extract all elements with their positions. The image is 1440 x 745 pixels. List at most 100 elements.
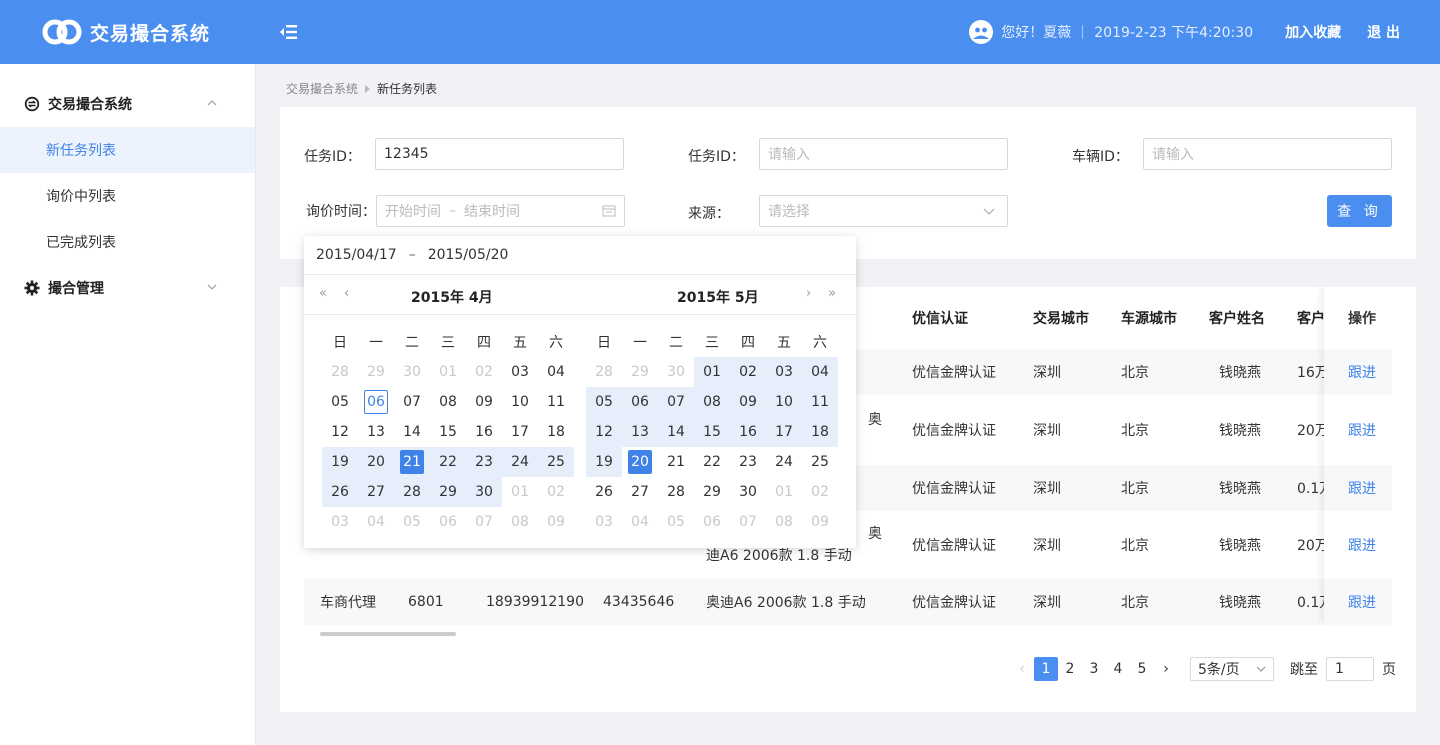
calendar-day[interactable]: 04 [538,357,574,387]
calendar-day[interactable]: 13 [358,417,394,447]
prev-page-icon[interactable]: ‹ [1010,657,1034,681]
jump-page-input[interactable]: 1 [1326,657,1374,681]
calendar-day[interactable]: 24 [766,447,802,477]
calendar-day[interactable]: 02 [466,357,502,387]
calendar-day[interactable]: 28 [394,477,430,507]
page-1[interactable]: 1 [1034,657,1058,681]
date-range-input[interactable]: 开始时间 – 结束时间 [376,195,625,227]
sidebar-group-management[interactable]: 撮合管理 [0,265,255,311]
calendar-day[interactable]: 29 [622,357,658,387]
calendar-day[interactable]: 05 [586,387,622,417]
calendar-day[interactable]: 10 [502,387,538,417]
prev-year-icon[interactable]: « [319,286,327,301]
page-3[interactable]: 3 [1082,657,1106,681]
calendar-day[interactable]: 01 [766,477,802,507]
menu-fold-icon[interactable] [279,22,299,42]
calendar-day[interactable]: 05 [322,387,358,417]
follow-up-link[interactable]: 跟进 [1348,362,1376,382]
horizontal-scrollbar[interactable] [320,632,456,636]
calendar-day[interactable]: 06 [430,507,466,537]
calendar-day[interactable]: 26 [322,477,358,507]
logout-link[interactable]: 退 出 [1367,22,1400,42]
calendar-day[interactable]: 10 [766,387,802,417]
next-page-icon[interactable]: › [1154,657,1178,681]
calendar-day[interactable]: 09 [730,387,766,417]
calendar-day[interactable]: 26 [586,477,622,507]
follow-up-link[interactable]: 跟进 [1348,420,1376,440]
calendar-day[interactable]: 30 [394,357,430,387]
page-2[interactable]: 2 [1058,657,1082,681]
calendar-day[interactable]: 01 [502,477,538,507]
calendar-day[interactable]: 15 [430,417,466,447]
calendar-day[interactable]: 29 [430,477,466,507]
calendar-day[interactable]: 17 [502,417,538,447]
calendar-day[interactable]: 22 [430,447,466,477]
vehicle-id-input[interactable]: 请输入 [1143,138,1392,170]
calendar-day[interactable]: 01 [694,357,730,387]
calendar-day[interactable]: 08 [502,507,538,537]
calendar-day[interactable]: 05 [658,507,694,537]
avatar-icon[interactable] [969,20,994,44]
calendar-day[interactable]: 07 [730,507,766,537]
calendar-day[interactable]: 19 [586,447,622,477]
calendar-day[interactable]: 12 [586,417,622,447]
calendar-day[interactable]: 14 [658,417,694,447]
calendar-day[interactable]: 16 [466,417,502,447]
calendar-day[interactable]: 07 [466,507,502,537]
calendar-day[interactable]: 03 [766,357,802,387]
sidebar-item-inquiring[interactable]: 询价中列表 [0,173,255,219]
calendar-day[interactable]: 22 [694,447,730,477]
sidebar-group-trade[interactable]: 交易撮合系统 [0,81,255,127]
calendar-day[interactable]: 09 [802,507,838,537]
calendar-day[interactable]: 18 [538,417,574,447]
calendar-day[interactable]: 28 [658,477,694,507]
calendar-day[interactable]: 21 [394,447,430,477]
calendar-day[interactable]: 06 [622,387,658,417]
follow-up-link[interactable]: 跟进 [1348,535,1376,555]
range-end-value[interactable]: 2015/05/20 [428,247,509,263]
calendar-day[interactable]: 20 [358,447,394,477]
calendar-day[interactable]: 01 [430,357,466,387]
calendar-day[interactable]: 02 [802,477,838,507]
calendar-day[interactable]: 30 [466,477,502,507]
follow-up-link[interactable]: 跟进 [1348,592,1376,612]
calendar-day[interactable]: 25 [802,447,838,477]
calendar-day[interactable]: 03 [322,507,358,537]
prev-month-icon[interactable]: ‹ [344,286,349,301]
add-favorite-link[interactable]: 加入收藏 [1285,22,1341,42]
calendar-day[interactable]: 19 [322,447,358,477]
calendar-day[interactable]: 25 [538,447,574,477]
calendar-day[interactable]: 03 [502,357,538,387]
calendar-day[interactable]: 08 [694,387,730,417]
calendar-day[interactable]: 06 [694,507,730,537]
calendar-day[interactable]: 04 [358,507,394,537]
calendar-day[interactable]: 30 [658,357,694,387]
calendar-day[interactable]: 11 [538,387,574,417]
calendar-day[interactable]: 12 [322,417,358,447]
calendar-day[interactable]: 05 [394,507,430,537]
task-id-2-input[interactable]: 请输入 [759,138,1008,170]
calendar-day[interactable]: 09 [538,507,574,537]
calendar-day[interactable]: 07 [658,387,694,417]
calendar-day[interactable]: 21 [658,447,694,477]
source-select[interactable]: 请选择 [759,195,1008,227]
range-start-value[interactable]: 2015/04/17 [316,247,397,263]
calendar-day[interactable]: 02 [538,477,574,507]
calendar-day[interactable]: 24 [502,447,538,477]
query-button[interactable]: 查 询 [1327,195,1392,227]
calendar-day[interactable]: 09 [466,387,502,417]
calendar-day[interactable]: 03 [586,507,622,537]
task-id-input[interactable]: 12345 [375,138,624,170]
next-month-icon[interactable]: › [806,286,811,301]
calendar-day[interactable]: 20 [622,447,658,477]
calendar-day[interactable]: 04 [622,507,658,537]
calendar-day[interactable]: 29 [694,477,730,507]
page-5[interactable]: 5 [1130,657,1154,681]
calendar-day[interactable]: 27 [622,477,658,507]
calendar-day[interactable]: 08 [430,387,466,417]
app-logo[interactable]: 交易撮合系统 [42,17,210,47]
follow-up-link[interactable]: 跟进 [1348,478,1376,498]
calendar-day[interactable]: 02 [730,357,766,387]
calendar-day[interactable]: 23 [730,447,766,477]
calendar-day[interactable]: 18 [802,417,838,447]
